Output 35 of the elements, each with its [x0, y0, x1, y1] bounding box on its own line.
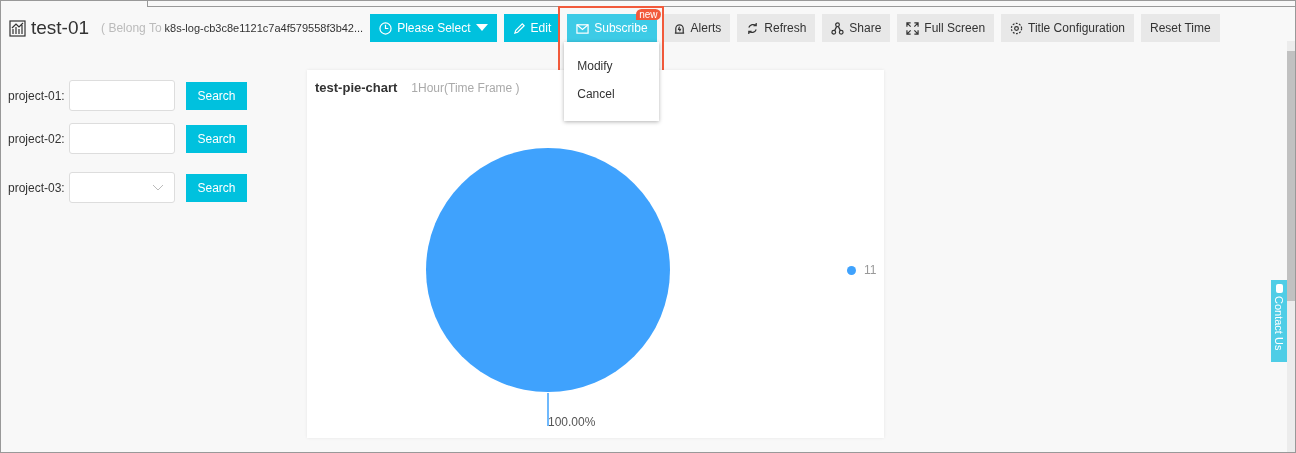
leader-line [547, 392, 549, 427]
filter-label: project-02: [8, 131, 66, 146]
toolbar-button[interactable]: Reset Time [1141, 14, 1220, 42]
belong-to-label: ( Belong To [101, 21, 162, 35]
phone-icon [1274, 284, 1284, 293]
toolbar-button[interactable]: Share [822, 14, 891, 42]
fullscreen-icon [906, 21, 920, 35]
input-field[interactable] [69, 123, 175, 154]
scrollbar[interactable] [1287, 41, 1295, 452]
pencil-icon [512, 21, 526, 35]
clock-icon [379, 21, 393, 35]
toolbar-button[interactable]: Alerts [663, 14, 731, 42]
filter-label: project-01: [8, 88, 66, 103]
new-badge: new [636, 9, 661, 20]
menu-item[interactable]: Cancel [564, 80, 660, 108]
logstore-name: k8s-log-cb3c8e1121c7a4f579558f3b42... [164, 22, 364, 34]
chart-title: test-pie-chart [315, 80, 398, 95]
refresh-icon [746, 21, 760, 35]
chevron-icon [152, 184, 164, 191]
toolbar-button[interactable]: Title Configuration [1001, 14, 1134, 42]
toolbar-button[interactable]: Full Screen [897, 14, 995, 42]
dashboard-title: test-01 [31, 17, 90, 39]
filter-label: project-03: [8, 180, 66, 195]
alarm-icon [672, 21, 686, 35]
settings-icon [1010, 21, 1024, 35]
time-frame: 1Hour(Time Frame ) [411, 81, 520, 95]
menu-item[interactable]: Modify [564, 52, 660, 80]
envelope-icon [576, 21, 590, 35]
toolbar-button[interactable]: Refresh [737, 14, 816, 42]
input-field[interactable] [69, 80, 175, 111]
legend-label: 11 [864, 263, 877, 277]
select-field[interactable] [69, 172, 175, 203]
chart-icon [9, 19, 26, 37]
share-icon [831, 21, 845, 35]
data-label: 100.00% [548, 415, 596, 429]
